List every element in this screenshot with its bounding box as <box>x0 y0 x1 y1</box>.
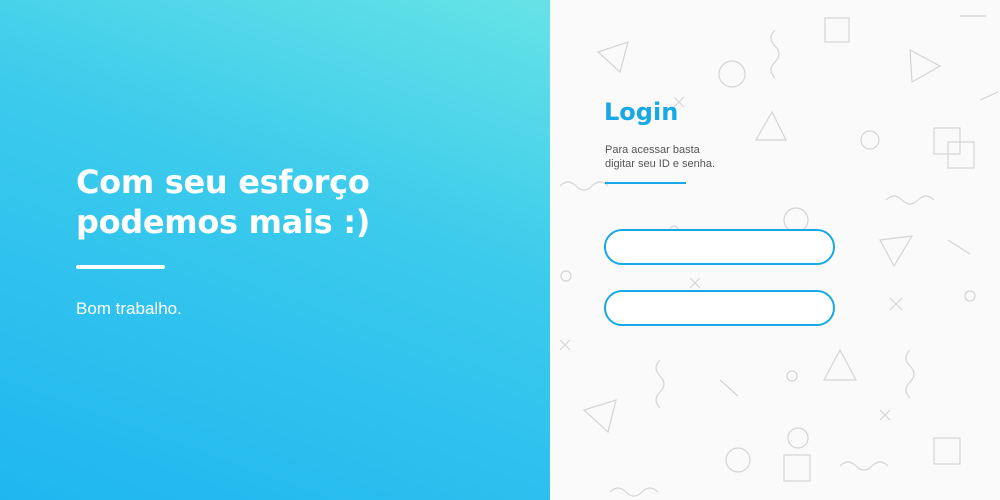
login-panel: Login Para acessar basta digitar seu ID … <box>550 0 1000 500</box>
login-description-line1: Para acessar basta <box>605 144 700 156</box>
login-description: Para acessar basta digitar seu ID e senh… <box>605 143 765 171</box>
hero-divider <box>76 265 165 269</box>
hero-subtext: Bom trabalho. <box>76 299 182 318</box>
hero-headline-line2: podemos mais :) <box>76 203 371 241</box>
hero-headline-line1: Com seu esforço <box>76 163 370 201</box>
id-input[interactable] <box>604 229 835 265</box>
password-input[interactable] <box>604 290 835 326</box>
login-title-underline <box>605 182 686 184</box>
hero-panel: Com seu esforço podemos mais :) Bom trab… <box>0 0 550 500</box>
login-description-line2: digitar seu ID e senha. <box>605 158 716 170</box>
login-title: Login <box>604 98 679 126</box>
hero-headline: Com seu esforço podemos mais :) <box>76 162 496 242</box>
